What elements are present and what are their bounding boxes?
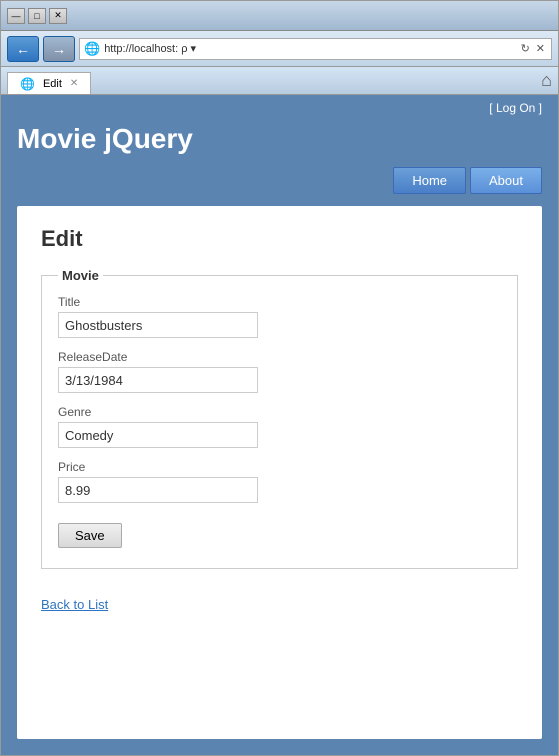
back-button[interactable]: ← (7, 36, 39, 62)
home-icon-bar[interactable]: ⌂ (541, 70, 552, 94)
genre-input[interactable] (58, 422, 258, 448)
tab-ie-icon: 🌐 (20, 77, 35, 91)
price-field-group: Price (58, 460, 501, 503)
page-content: [ Log On ] Movie jQuery Home About Edit … (1, 95, 558, 755)
close-button[interactable]: ✕ (49, 8, 67, 24)
release-date-field-group: ReleaseDate (58, 350, 501, 393)
log-on-link[interactable]: [ Log On ] (489, 101, 542, 115)
title-input[interactable] (58, 312, 258, 338)
title-bar-controls: — □ ✕ (7, 8, 67, 24)
tab-bar: 🌐 Edit ✕ ⌂ (1, 67, 558, 95)
main-content-box: Edit Movie Title ReleaseDate Genre (17, 206, 542, 739)
title-label: Title (58, 295, 501, 309)
genre-label: Genre (58, 405, 501, 419)
top-actions: [ Log On ] (1, 95, 558, 115)
movie-fieldset: Movie Title ReleaseDate Genre (41, 268, 518, 569)
back-to-list-link[interactable]: Back to List (41, 597, 108, 612)
tab-close-button[interactable]: ✕ (70, 78, 78, 89)
price-label: Price (58, 460, 501, 474)
release-date-label: ReleaseDate (58, 350, 501, 364)
minimize-button[interactable]: — (7, 8, 25, 24)
active-tab[interactable]: 🌐 Edit ✕ (7, 72, 91, 94)
page-title: Edit (41, 226, 518, 252)
tab-title: Edit (43, 78, 62, 90)
nav-buttons: Home About (1, 167, 558, 206)
browser-window: — □ ✕ ← → 🌐 http://localhost: ρ ▾ ↻ ✕ 🌐 … (0, 0, 559, 756)
address-text[interactable]: http://localhost: ρ ▾ (104, 42, 514, 55)
release-date-input[interactable] (58, 367, 258, 393)
title-bar: — □ ✕ (1, 1, 558, 31)
genre-field-group: Genre (58, 405, 501, 448)
home-nav-button[interactable]: Home (393, 167, 466, 194)
refresh-button[interactable]: ↻ (519, 42, 532, 55)
app-title: Movie jQuery (1, 115, 558, 167)
address-actions: ↻ ✕ (519, 42, 547, 55)
address-bar: ← → 🌐 http://localhost: ρ ▾ ↻ ✕ (1, 31, 558, 67)
fieldset-legend: Movie (58, 268, 103, 283)
title-field-group: Title (58, 295, 501, 338)
maximize-button[interactable]: □ (28, 8, 46, 24)
ie-icon: 🌐 (84, 41, 100, 57)
price-input[interactable] (58, 477, 258, 503)
forward-button[interactable]: → (43, 36, 75, 62)
save-button[interactable]: Save (58, 523, 122, 548)
about-nav-button[interactable]: About (470, 167, 542, 194)
stop-button[interactable]: ✕ (534, 42, 547, 55)
address-input-wrap: 🌐 http://localhost: ρ ▾ ↻ ✕ (79, 38, 552, 60)
